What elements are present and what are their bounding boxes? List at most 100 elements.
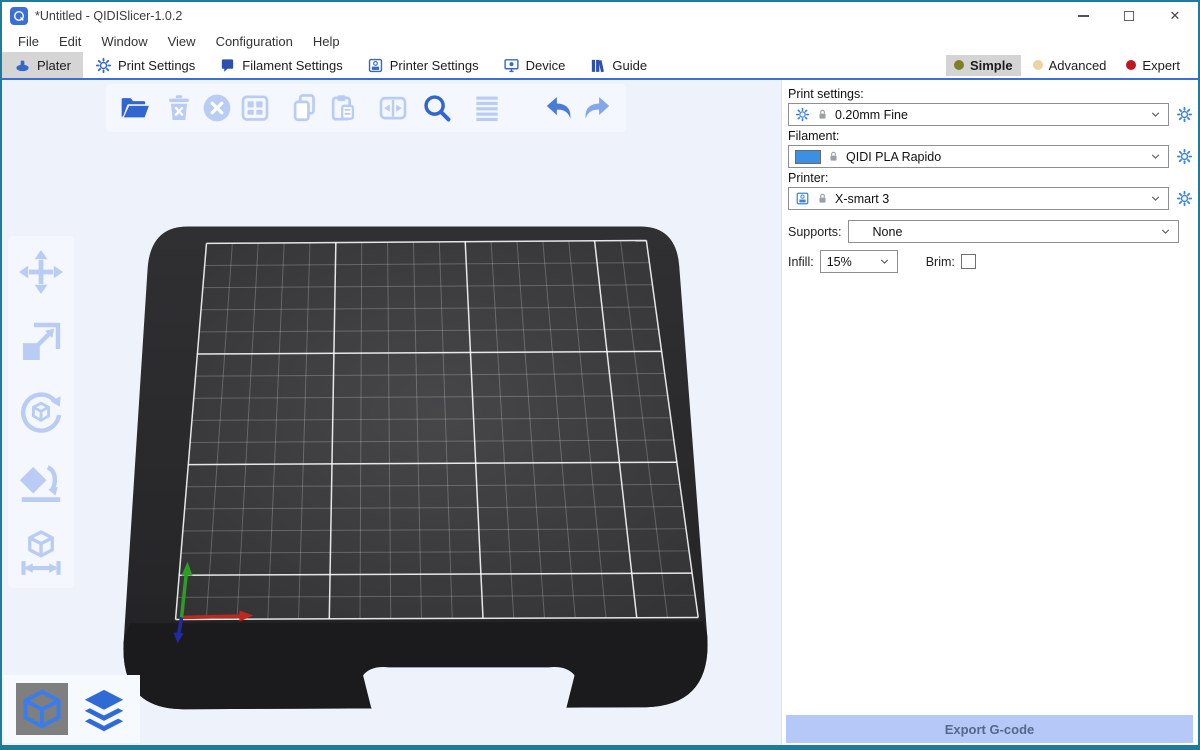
chevron-down-icon	[878, 255, 891, 268]
mode-simple-label: Simple	[970, 58, 1013, 73]
menu-help[interactable]: Help	[303, 32, 350, 51]
view-toggles	[4, 675, 140, 743]
print-settings-dropdown[interactable]: 0.20mm Fine	[788, 103, 1169, 126]
device-monitor-icon	[503, 57, 520, 74]
printer-gear-button[interactable]	[1174, 190, 1194, 207]
chevron-down-icon	[1159, 225, 1172, 238]
maximize-button[interactable]	[1106, 2, 1152, 30]
menu-view[interactable]: View	[158, 32, 206, 51]
printer-value: X-smart 3	[835, 192, 1143, 206]
supports-dropdown[interactable]: None	[848, 220, 1179, 243]
mode-expert-label: Expert	[1142, 58, 1180, 73]
settings-panel: Print settings: 0.20mm Fine Filament: QI…	[782, 80, 1198, 745]
infill-label: Infill:	[788, 255, 814, 269]
close-icon: ✕	[1170, 8, 1181, 24]
printer-dropdown[interactable]: X-smart 3	[788, 187, 1169, 210]
arrange-icon[interactable]	[236, 89, 274, 127]
tab-printer-settings-label: Printer Settings	[390, 58, 479, 73]
tab-filament-settings-label: Filament Settings	[242, 58, 342, 73]
filament-label: Filament:	[788, 129, 1194, 143]
tab-print-settings-label: Print Settings	[118, 58, 195, 73]
window-title: *Untitled - QIDISlicer-1.0.2	[35, 9, 182, 23]
redo-icon[interactable]	[578, 89, 616, 127]
gizmo-toolbar	[8, 236, 74, 588]
title-bar: *Untitled - QIDISlicer-1.0.2 ✕	[2, 2, 1198, 30]
print-settings-label: Print settings:	[788, 87, 1194, 101]
chevron-down-icon	[1149, 192, 1162, 205]
app-logo-icon	[10, 7, 28, 25]
tab-device[interactable]: Device	[491, 52, 578, 78]
tab-device-label: Device	[526, 58, 566, 73]
menu-window[interactable]: Window	[91, 32, 157, 51]
editor-3d-icon[interactable]	[16, 683, 68, 735]
viewport-3d[interactable]	[2, 80, 782, 745]
simple-dot-icon	[954, 60, 964, 70]
tab-guide[interactable]: Guide	[577, 52, 659, 78]
measure-icon[interactable]	[15, 526, 67, 578]
move-icon[interactable]	[15, 246, 67, 298]
open-folder-icon[interactable]	[116, 89, 154, 127]
mode-simple[interactable]: Simple	[946, 55, 1021, 76]
filament-gear-button[interactable]	[1174, 148, 1194, 165]
advanced-dot-icon	[1033, 60, 1043, 70]
tab-printer-settings[interactable]: Printer Settings	[355, 52, 491, 78]
gear-icon	[1176, 190, 1193, 207]
mode-advanced-label: Advanced	[1049, 58, 1107, 73]
infill-value: 15%	[827, 255, 872, 269]
minimize-button[interactable]	[1060, 2, 1106, 30]
printer-label: Printer:	[788, 171, 1194, 185]
tab-filament-settings[interactable]: Filament Settings	[207, 52, 354, 78]
search-icon[interactable]	[418, 89, 456, 127]
paste-icon[interactable]	[324, 89, 362, 127]
undo-icon[interactable]	[540, 89, 578, 127]
plater-toolbar	[106, 84, 626, 132]
plater-icon	[14, 57, 31, 74]
copy-icon[interactable]	[286, 89, 324, 127]
minimize-icon	[1078, 15, 1089, 17]
tab-plater-label: Plater	[37, 58, 71, 73]
split-icon[interactable]	[374, 89, 412, 127]
scale-icon[interactable]	[15, 316, 67, 368]
chevron-down-icon	[1149, 108, 1162, 121]
close-button[interactable]: ✕	[1152, 2, 1198, 30]
printer-box-icon	[367, 57, 384, 74]
infill-dropdown[interactable]: 15%	[820, 250, 898, 273]
filament-dropdown[interactable]: QIDI PLA Rapido	[788, 145, 1169, 168]
supports-value: None	[855, 225, 1153, 239]
menu-file[interactable]: File	[8, 32, 49, 51]
gear-icon	[1176, 148, 1193, 165]
print-settings-gear-button[interactable]	[1174, 106, 1194, 123]
tab-print-settings[interactable]: Print Settings	[83, 52, 207, 78]
preview-layers-icon[interactable]	[78, 683, 130, 735]
export-gcode-button[interactable]: Export G-code	[786, 715, 1193, 743]
mode-selector: Simple Advanced Expert	[946, 52, 1198, 78]
tab-plater[interactable]: Plater	[2, 52, 83, 78]
chevron-down-icon	[1149, 150, 1162, 163]
filament-icon	[219, 57, 236, 74]
gear-icon	[1176, 106, 1193, 123]
gear-icon	[795, 107, 810, 122]
brim-label: Brim:	[926, 255, 955, 269]
printer-icon	[795, 191, 810, 206]
menu-bar: File Edit Window View Configuration Help	[2, 30, 1198, 52]
brim-checkbox[interactable]	[961, 254, 976, 269]
variable-layer-height-icon[interactable]	[468, 89, 506, 127]
delete-icon[interactable]	[160, 89, 198, 127]
maximize-icon	[1124, 11, 1134, 21]
mode-expert[interactable]: Expert	[1118, 55, 1188, 76]
menu-edit[interactable]: Edit	[49, 32, 91, 51]
tab-bar: Plater Print Settings Filament Settings …	[2, 52, 1198, 80]
lock-icon	[816, 108, 829, 121]
place-on-face-icon[interactable]	[15, 456, 67, 508]
supports-label: Supports:	[788, 225, 842, 239]
filament-color-swatch	[795, 150, 821, 164]
mode-advanced[interactable]: Advanced	[1025, 55, 1115, 76]
filament-value: QIDI PLA Rapido	[846, 150, 1143, 164]
tab-guide-label: Guide	[612, 58, 647, 73]
delete-all-icon[interactable]	[198, 89, 236, 127]
expert-dot-icon	[1126, 60, 1136, 70]
print-settings-value: 0.20mm Fine	[835, 108, 1143, 122]
rotate-icon[interactable]	[15, 386, 67, 438]
menu-configuration[interactable]: Configuration	[206, 32, 303, 51]
lock-icon	[827, 150, 840, 163]
